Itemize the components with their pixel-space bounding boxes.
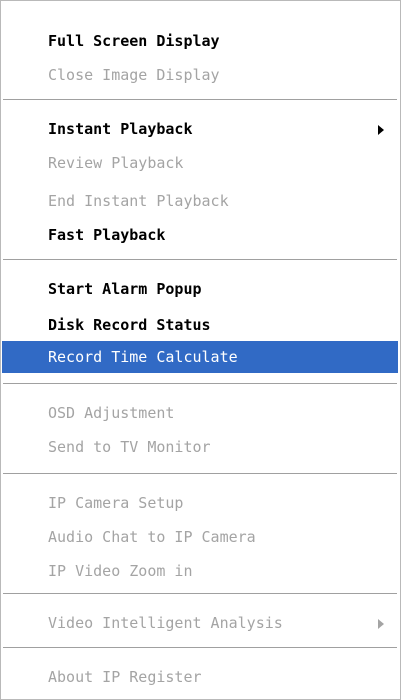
submenu-arrow-icon (378, 619, 384, 629)
menu-item-ip-video-zoom-in[interactable]: IP Video Zoom in (2, 555, 398, 587)
menu-item-label: Disk Record Status (48, 316, 211, 334)
menu-item-osd-adjustment[interactable]: OSD Adjustment (2, 397, 398, 429)
menu-item-ip-camera-setup[interactable]: IP Camera Setup (2, 487, 398, 519)
menu-item-label: Video Intelligent Analysis (48, 614, 283, 632)
menu-separator (3, 383, 397, 385)
menu-item-label: IP Camera Setup (48, 494, 184, 512)
menu-separator (3, 259, 397, 261)
menu-item-label: Fast Playback (48, 226, 166, 244)
menu-item-label: Instant Playback (48, 120, 193, 138)
menu-item-label: Close Image Display (48, 66, 220, 84)
menu-separator (3, 99, 397, 101)
menu-separator (3, 593, 397, 595)
menu-item-end-instant-playback[interactable]: End Instant Playback (2, 185, 398, 217)
menu-item-review-playback[interactable]: Review Playback (2, 147, 398, 179)
context-menu: Full Screen Display Close Image Display … (0, 0, 401, 700)
menu-item-video-intelligent-analysis[interactable]: Video Intelligent Analysis (2, 607, 398, 639)
menu-item-label: Review Playback (48, 154, 184, 172)
menu-item-label: Full Screen Display (48, 32, 220, 50)
menu-item-about-ip-register[interactable]: About IP Register (2, 661, 398, 693)
menu-item-record-time-calculate[interactable]: Record Time Calculate (2, 341, 398, 373)
menu-item-audio-chat-to-ip-camera[interactable]: Audio Chat to IP Camera (2, 521, 398, 553)
menu-item-label: Start Alarm Popup (48, 280, 202, 298)
menu-item-start-alarm-popup[interactable]: Start Alarm Popup (2, 273, 398, 305)
menu-item-label: Send to TV Monitor (48, 438, 211, 456)
menu-item-full-screen-display[interactable]: Full Screen Display (2, 25, 398, 57)
menu-item-fast-playback[interactable]: Fast Playback (2, 219, 398, 251)
menu-item-label: End Instant Playback (48, 192, 229, 210)
menu-item-label: Audio Chat to IP Camera (48, 528, 256, 546)
menu-item-close-image-display[interactable]: Close Image Display (2, 59, 398, 91)
menu-item-instant-playback[interactable]: Instant Playback (2, 113, 398, 145)
menu-separator (3, 473, 397, 475)
menu-item-label: IP Video Zoom in (48, 562, 193, 580)
menu-item-send-to-tv-monitor[interactable]: Send to TV Monitor (2, 431, 398, 463)
submenu-arrow-icon (378, 125, 384, 135)
menu-item-disk-record-status[interactable]: Disk Record Status (2, 309, 398, 341)
menu-item-label: Record Time Calculate (48, 348, 238, 366)
menu-separator (3, 647, 397, 649)
menu-item-label: OSD Adjustment (48, 404, 175, 422)
menu-item-label: About IP Register (48, 668, 202, 686)
